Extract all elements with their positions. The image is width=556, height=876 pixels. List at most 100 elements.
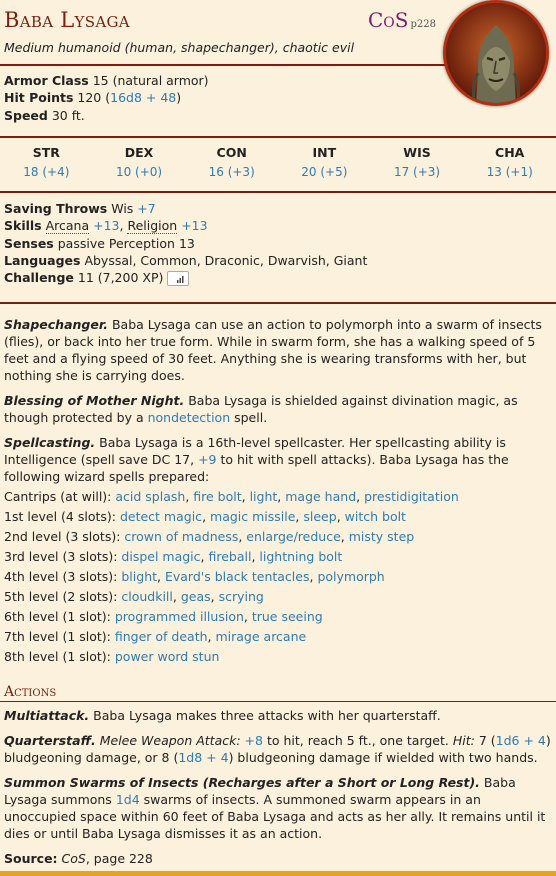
spell-level-label: 7th level (1 slot): bbox=[4, 629, 111, 644]
spell-level-row: 5th level (2 slots): cloudkill, geas, sc… bbox=[4, 589, 264, 604]
secondary-traits: Saving Throws Wis +7 Skills Arcana +13, … bbox=[4, 200, 552, 286]
spell-link[interactable]: cloudkill bbox=[121, 589, 173, 604]
spell-link[interactable]: magic missile bbox=[210, 509, 295, 524]
spell-link[interactable]: fireball bbox=[208, 549, 251, 564]
skill-roll-link[interactable]: +13 bbox=[93, 218, 119, 233]
ability-name: WIS bbox=[403, 145, 431, 160]
spell-attack-roll-link[interactable]: +9 bbox=[198, 452, 216, 467]
spell-link[interactable]: mirage arcane bbox=[215, 629, 306, 644]
spell-link-nondetection[interactable]: nondetection bbox=[148, 410, 231, 425]
ability-roll-link[interactable]: 13 (+1) bbox=[463, 164, 556, 181]
spell-link[interactable]: acid splash bbox=[115, 489, 185, 504]
source-page-ref: , page 228 bbox=[85, 851, 153, 866]
actions-heading: Actions bbox=[4, 684, 57, 700]
spell-link[interactable]: witch bolt bbox=[345, 509, 406, 524]
spell-link[interactable]: geas bbox=[181, 589, 211, 604]
spell-link[interactable]: dispel magic bbox=[121, 549, 200, 564]
source-book[interactable]: CoS bbox=[62, 851, 86, 866]
spell-link[interactable]: crown of madness bbox=[124, 529, 238, 544]
action-text: ) bludgeoning damage if wielded with two… bbox=[228, 750, 538, 765]
saves-label: Saving Throws bbox=[4, 201, 108, 216]
spell-link[interactable]: Evard's black tentacles bbox=[165, 569, 310, 584]
bar-chart-icon[interactable] bbox=[167, 271, 190, 286]
senses-value: passive Perception 13 bbox=[57, 235, 195, 251]
ability-name: CHA bbox=[495, 145, 525, 160]
spell-level-label: 4th level (3 slots): bbox=[4, 569, 118, 584]
spell-link[interactable]: fire bolt bbox=[193, 489, 241, 504]
spell-level-row: 6th level (1 slot): programmed illusion,… bbox=[4, 609, 323, 624]
damage-roll-link[interactable]: 1d8 + 4 bbox=[178, 750, 228, 765]
damage-roll-link[interactable]: 1d6 + 4 bbox=[496, 733, 546, 748]
ability-roll-link[interactable]: 17 (+3) bbox=[371, 164, 464, 181]
spell-link[interactable]: mage hand bbox=[285, 489, 356, 504]
source-abbr[interactable]: CoS bbox=[368, 8, 408, 32]
spell-link[interactable]: finger of death bbox=[115, 629, 208, 644]
features: Shapechanger. Baba Lysaga can use an act… bbox=[4, 316, 552, 667]
spell-level-row: 1st level (4 slots): detect magic, magic… bbox=[4, 509, 406, 524]
action-text: Baba Lysaga makes three attacks with her… bbox=[93, 708, 441, 723]
languages-row: Languages Abyssal, Common, Draconic, Dwa… bbox=[4, 252, 552, 269]
spell-link[interactable]: enlarge/reduce bbox=[246, 529, 340, 544]
spell-link[interactable]: prestidigitation bbox=[364, 489, 459, 504]
trait-name: Spellcasting. bbox=[4, 435, 96, 450]
dice-roll-link[interactable]: 1d4 bbox=[116, 792, 140, 807]
ability-roll-link[interactable]: 16 (+3) bbox=[185, 164, 278, 181]
spell-link[interactable]: light bbox=[250, 489, 278, 504]
ability-con: CON 16 (+3) bbox=[185, 144, 278, 181]
ability-dex: DEX 10 (+0) bbox=[93, 144, 186, 181]
ability-int: INT 20 (+5) bbox=[278, 144, 371, 181]
speed-value: 30 ft. bbox=[51, 107, 85, 123]
attack-roll-link[interactable]: +8 bbox=[245, 733, 263, 748]
source-label: Source: bbox=[4, 851, 58, 866]
skill-religion[interactable]: Religion bbox=[127, 218, 178, 235]
source-badge[interactable]: CoS p228 bbox=[368, 7, 436, 35]
spell-link[interactable]: true seeing bbox=[252, 609, 323, 624]
action-name: Summon Swarms of Insects (Recharges afte… bbox=[4, 775, 480, 790]
ability-roll-link[interactable]: 18 (+4) bbox=[0, 164, 93, 181]
spell-level-label: 3rd level (3 slots): bbox=[4, 549, 118, 564]
hp-label: Hit Points bbox=[4, 90, 74, 106]
skill-arcana[interactable]: Arcana bbox=[45, 218, 90, 235]
creature-name: Baba Lysaga bbox=[4, 8, 130, 32]
creature-type: Medium humanoid (human, shapechanger), c… bbox=[4, 40, 355, 55]
source-page: p228 bbox=[410, 19, 436, 30]
spell-link[interactable]: scrying bbox=[219, 589, 264, 604]
hp-roll-link[interactable]: 16d8 + 48 bbox=[110, 90, 176, 105]
action-quarterstaff: Quarterstaff. Melee Weapon Attack: +8 to… bbox=[4, 732, 552, 766]
speed-label: Speed bbox=[4, 107, 48, 123]
spell-level-label: 1st level (4 slots): bbox=[4, 509, 116, 524]
ability-name: INT bbox=[312, 145, 337, 160]
trait-name: Shapechanger. bbox=[4, 317, 108, 332]
spell-list: Cantrips (at will): acid splash, fire bo… bbox=[4, 487, 552, 667]
save-stat: Wis bbox=[111, 201, 134, 216]
spell-level-label: 8th level (1 slot): bbox=[4, 649, 111, 664]
ability-str: STR 18 (+4) bbox=[0, 144, 93, 181]
skill-roll-link[interactable]: +13 bbox=[181, 218, 207, 233]
spell-link[interactable]: lightning bolt bbox=[259, 549, 342, 564]
save-roll-link[interactable]: +7 bbox=[137, 201, 155, 216]
spell-link[interactable]: detect magic bbox=[120, 509, 202, 524]
ability-name: STR bbox=[32, 145, 60, 160]
spell-link[interactable]: blight bbox=[121, 569, 157, 584]
spell-link[interactable]: sleep bbox=[303, 509, 336, 524]
spell-level-row: 4th level (3 slots): blight, Evard's bla… bbox=[4, 569, 385, 584]
spell-link[interactable]: polymorph bbox=[317, 569, 384, 584]
spell-link[interactable]: misty step bbox=[349, 529, 414, 544]
challenge-row: Challenge 11 (7,200 XP) bbox=[4, 269, 552, 286]
spell-link[interactable]: power word stun bbox=[115, 649, 220, 664]
statblock-card: Baba Lysaga CoS p228 Medium humanoid (hum… bbox=[0, 0, 556, 876]
ability-roll-link[interactable]: 20 (+5) bbox=[278, 164, 371, 181]
ability-wis: WIS 17 (+3) bbox=[371, 144, 464, 181]
spell-level-label: 6th level (1 slot): bbox=[4, 609, 111, 624]
divider bbox=[0, 302, 556, 304]
action-name: Quarterstaff. bbox=[4, 733, 96, 748]
skills-label: Skills bbox=[4, 218, 42, 234]
spell-link[interactable]: programmed illusion bbox=[115, 609, 244, 624]
ac-label: Armor Class bbox=[4, 73, 89, 88]
ability-name: DEX bbox=[124, 145, 154, 160]
saving-throws-row: Saving Throws Wis +7 bbox=[4, 200, 552, 217]
ability-roll-link[interactable]: 10 (+0) bbox=[93, 164, 186, 181]
skills-row: Skills Arcana +13, Religion +13 bbox=[4, 218, 208, 235]
trait-blessing: Blessing of Mother Night. Baba Lysaga is… bbox=[4, 392, 552, 426]
hp-value: 120 bbox=[77, 90, 102, 106]
